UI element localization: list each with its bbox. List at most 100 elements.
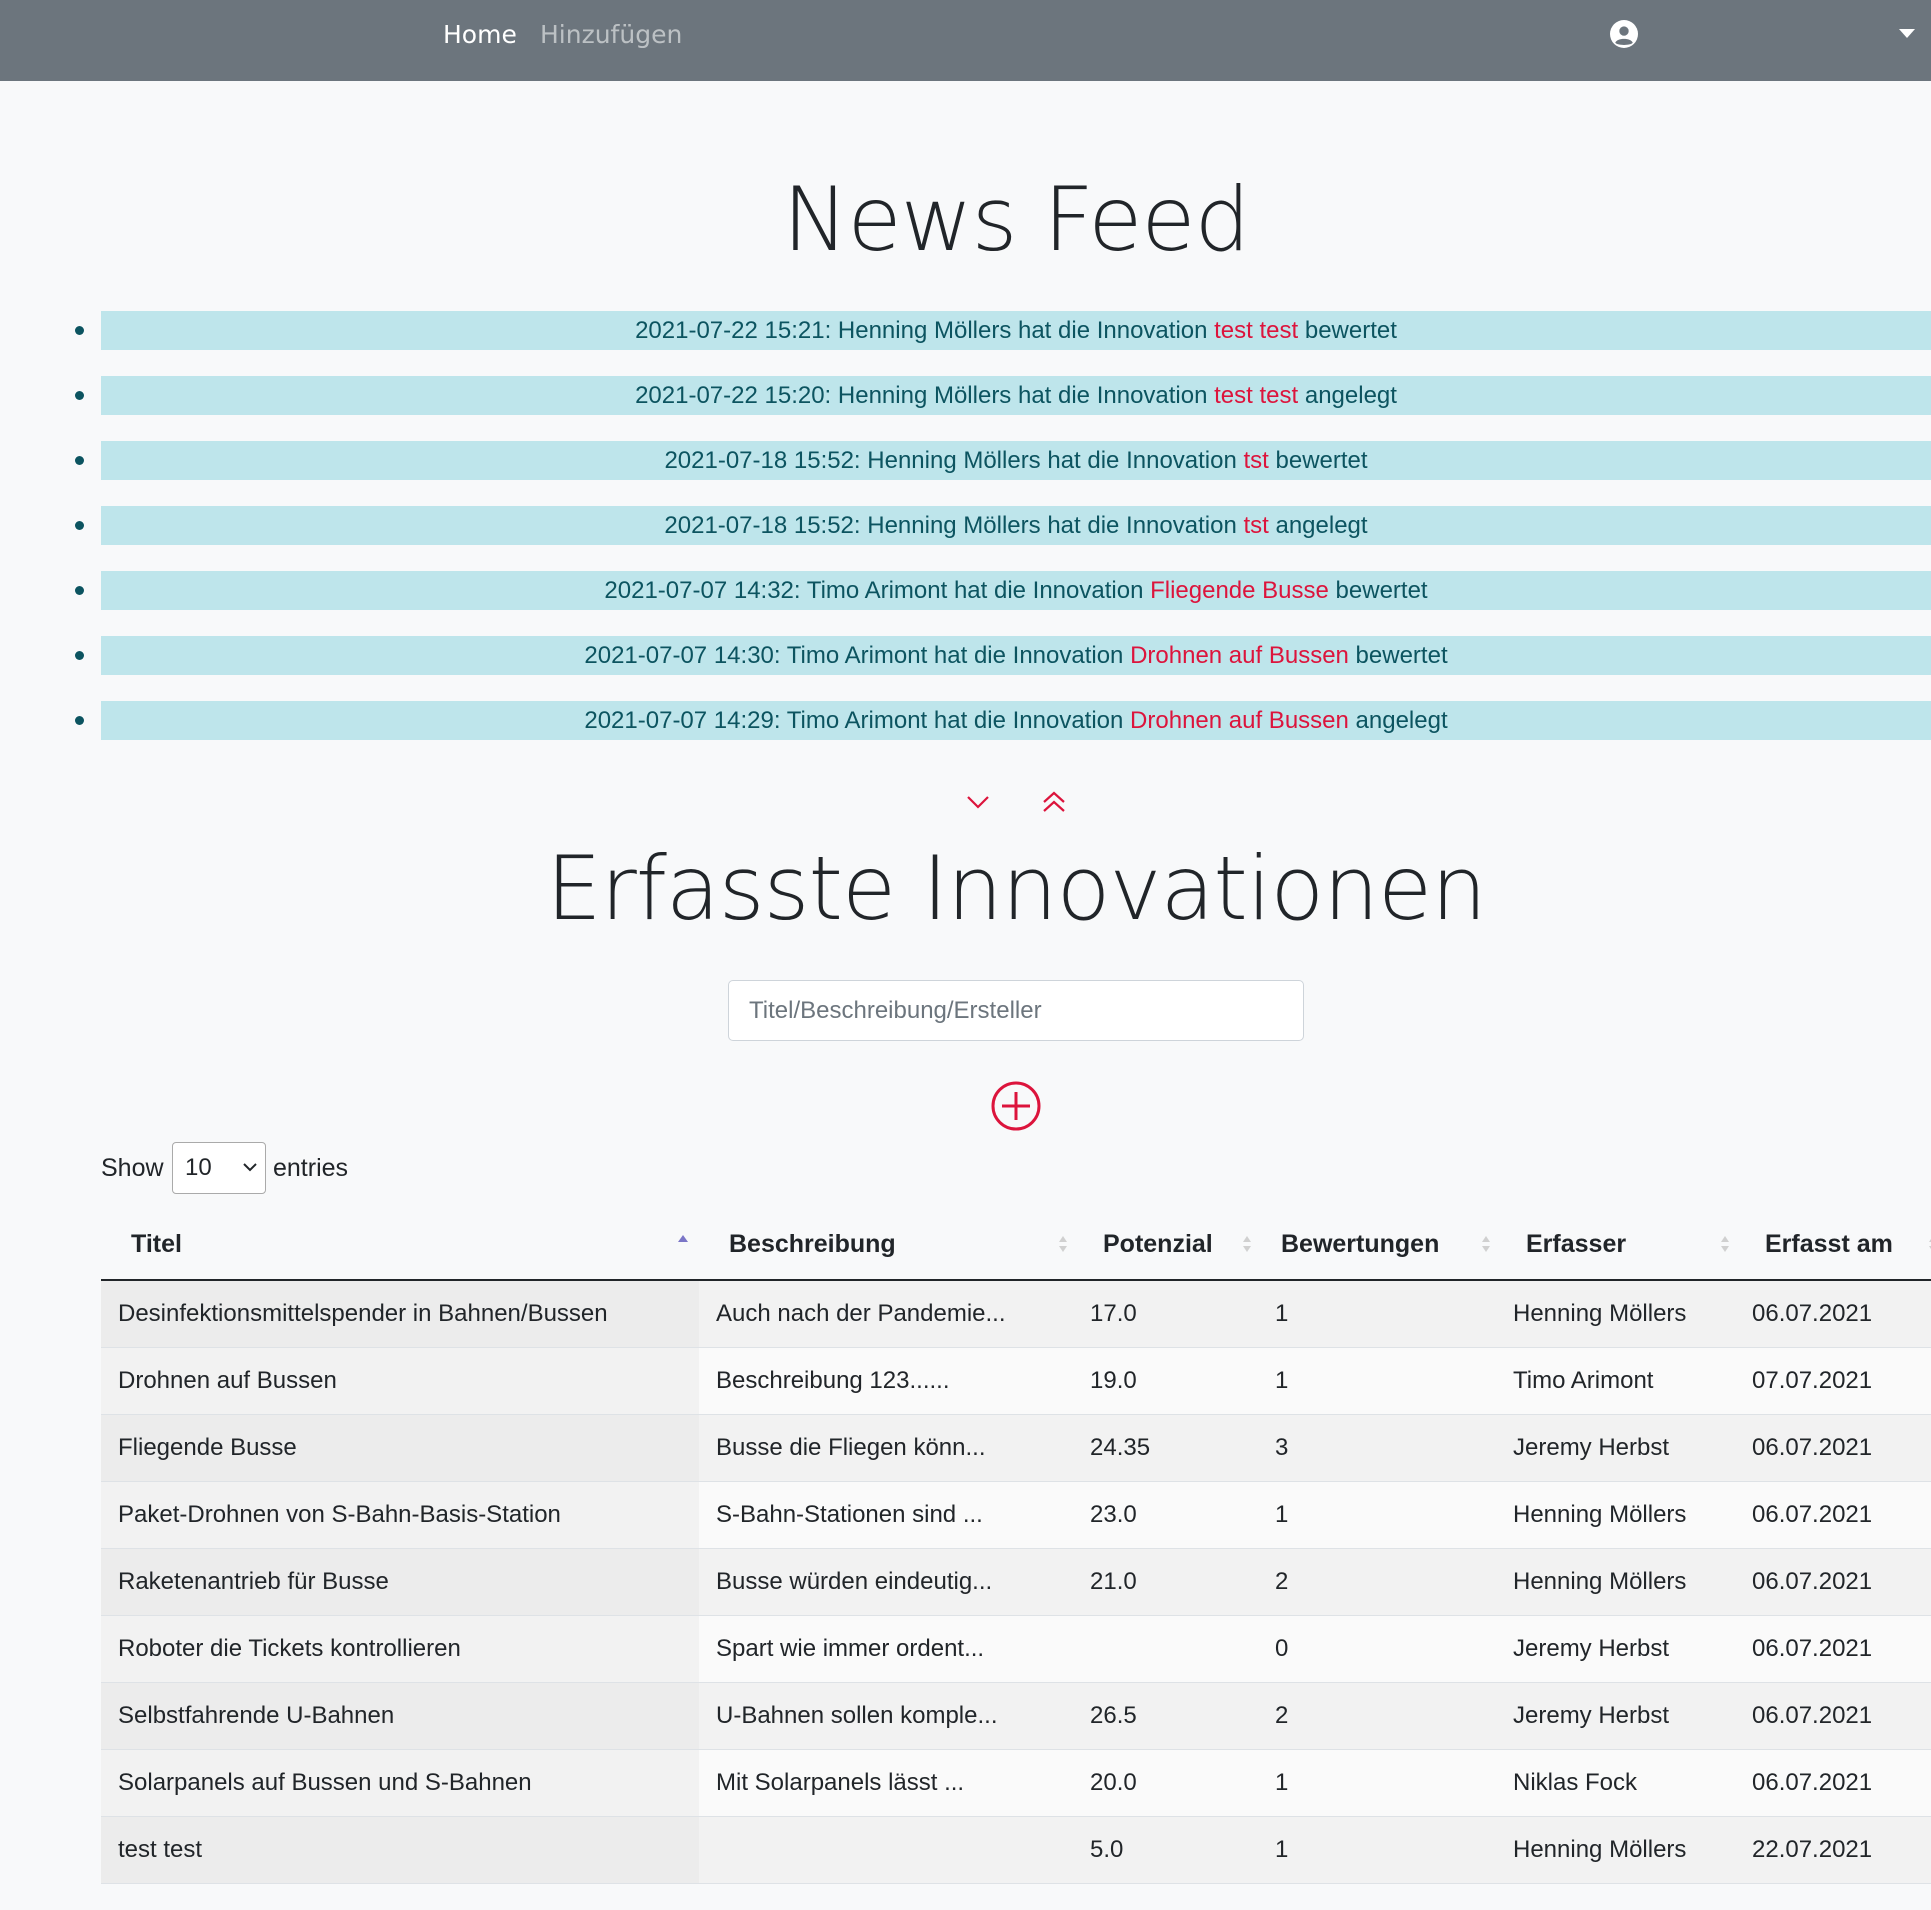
chevron-down-icon[interactable] (966, 794, 990, 810)
cell-bewertungen: 3 (1257, 1414, 1496, 1482)
news-text: 2021-07-07 14:29: Timo Arimont hat die I… (584, 707, 1131, 734)
cell-erfasser: Timo Arimont (1496, 1347, 1735, 1415)
chevrons-up-icon[interactable] (1042, 791, 1066, 813)
cell-erfasser: Jeremy Herbst (1496, 1615, 1735, 1683)
bullet-icon (75, 456, 84, 465)
column-header-titel[interactable]: Titel (101, 1210, 699, 1281)
column-header-label: Beschreibung (729, 1230, 896, 1258)
news-alert: 2021-07-07 14:32: Timo Arimont hat die I… (101, 571, 1931, 610)
entries-value: 10 (185, 1154, 212, 1181)
entries-select[interactable]: 10 (172, 1142, 266, 1194)
cell-titel: Drohnen auf Bussen (101, 1347, 699, 1415)
cell-erfasst-am: 07.07.2021 (1735, 1347, 1931, 1415)
news-innovation-link[interactable]: tst (1244, 447, 1269, 474)
cell-potenzial: 24.35 (1073, 1414, 1257, 1482)
cell-erfasst-am: 06.07.2021 (1735, 1414, 1931, 1482)
news-innovation-link[interactable]: Fliegende Busse (1150, 577, 1329, 604)
news-list: 2021-07-22 15:21: Henning Möllers hat di… (0, 311, 1931, 766)
show-label: Show (101, 1154, 164, 1182)
news-alert: 2021-07-18 15:52: Henning Möllers hat di… (101, 441, 1931, 480)
cell-bewertungen: 1 (1257, 1347, 1496, 1415)
news-text: 2021-07-07 14:32: Timo Arimont hat die I… (604, 577, 1151, 604)
news-text: 2021-07-18 15:52: Henning Möllers hat di… (664, 447, 1244, 474)
sort-icon (1929, 1239, 1931, 1249)
cell-erfasst-am: 06.07.2021 (1735, 1481, 1931, 1549)
news-action: angelegt (1268, 512, 1368, 539)
news-innovation-link[interactable]: tst (1243, 512, 1268, 539)
sort-icon (1721, 1236, 1729, 1252)
table-row[interactable]: Solarpanels auf Bussen und S-Bahnen Mit S… (101, 1749, 1931, 1817)
nav-home-link[interactable]: Home (443, 0, 517, 69)
bullet-icon (75, 521, 84, 530)
entries-label: entries (273, 1154, 349, 1182)
sort-icon (1482, 1236, 1490, 1252)
cell-potenzial: 19.0 (1073, 1347, 1257, 1415)
column-header-erfasst-am[interactable]: Erfasst am (1735, 1210, 1931, 1281)
cell-titel: Roboter die Tickets kontrollieren (101, 1615, 699, 1683)
cell-beschreibung: S-Bahn-Stationen sind ... (699, 1481, 1073, 1549)
column-header-beschreibung[interactable]: Beschreibung (699, 1210, 1073, 1281)
table-row[interactable]: test test 5.0 1 Henning Möllers 22.07.2021 (101, 1816, 1931, 1884)
news-alert: 2021-07-22 15:20: Henning Möllers hat di… (101, 376, 1931, 415)
cell-erfasst-am: 06.07.2021 (1735, 1682, 1931, 1750)
table-row[interactable]: Paket-Drohnen von S-Bahn-Basis-Station S-… (101, 1481, 1931, 1549)
cell-beschreibung: Beschreibung 123...... (699, 1347, 1073, 1415)
cell-erfasst-am: 22.07.2021 (1735, 1816, 1931, 1884)
navbar: Home Hinzufügen (0, 0, 1931, 81)
news-action: bewertet (1268, 447, 1368, 474)
table-row[interactable]: Fliegende Busse Busse die Fliegen könn...… (101, 1414, 1931, 1482)
bullet-icon (75, 716, 84, 725)
plus-circle-icon[interactable] (990, 1080, 1042, 1132)
cell-bewertungen: 1 (1257, 1481, 1496, 1549)
column-header-bewertungen[interactable]: Bewertungen (1257, 1210, 1496, 1281)
cell-titel: Solarpanels auf Bussen und S-Bahnen (101, 1749, 699, 1817)
cell-erfasser: Henning Möllers (1496, 1481, 1735, 1549)
news-item: 2021-07-07 14:30: Timo Arimont hat die I… (0, 636, 1931, 675)
cell-bewertungen: 2 (1257, 1548, 1496, 1616)
table-row[interactable]: Desinfektionsmittelspender in Bahnen/Bus… (101, 1280, 1931, 1348)
news-innovation-link[interactable]: Drohnen auf Bussen (1130, 707, 1349, 734)
cell-erfasser: Jeremy Herbst (1496, 1682, 1735, 1750)
news-text: 2021-07-07 14:30: Timo Arimont hat die I… (584, 642, 1131, 669)
cell-titel: Selbstfahrende U-Bahnen (101, 1682, 699, 1750)
column-header-label: Titel (131, 1230, 182, 1258)
bullet-icon (75, 326, 84, 335)
cell-erfasst-am: 06.07.2021 (1735, 1548, 1931, 1616)
column-header-label: Bewertungen (1281, 1230, 1440, 1258)
cell-bewertungen: 0 (1257, 1615, 1496, 1683)
cell-beschreibung: Spart wie immer ordent... (699, 1615, 1073, 1683)
news-text: 2021-07-18 15:52: Henning Möllers hat di… (664, 512, 1244, 539)
table-row[interactable]: Roboter die Tickets kontrollieren Spart w… (101, 1615, 1931, 1683)
caret-down-icon[interactable] (1898, 28, 1916, 40)
news-feed-title: News Feed (782, 168, 1251, 271)
search-input[interactable] (728, 980, 1304, 1041)
cell-potenzial: 5.0 (1073, 1816, 1257, 1884)
cell-potenzial: 21.0 (1073, 1548, 1257, 1616)
news-item: 2021-07-22 15:20: Henning Möllers hat di… (0, 376, 1931, 415)
cell-beschreibung: Auch nach der Pandemie... (699, 1280, 1073, 1348)
chevron-down-icon (243, 1163, 257, 1172)
table-row[interactable]: Drohnen auf Bussen Beschreibung 123......… (101, 1347, 1931, 1415)
cell-beschreibung: Mit Solarpanels lässt ... (699, 1749, 1073, 1817)
news-alert: 2021-07-07 14:29: Timo Arimont hat die I… (101, 701, 1931, 740)
bullet-icon (75, 651, 84, 660)
table-row[interactable]: Raketenantrieb für Busse Busse würden ein… (101, 1548, 1931, 1616)
news-action: bewertet (1348, 642, 1448, 669)
column-header-label: Erfasser (1526, 1230, 1627, 1258)
nav-add-link[interactable]: Hinzufügen (540, 0, 682, 69)
news-innovation-link[interactable]: test test (1214, 382, 1298, 409)
user-circle-icon[interactable] (1610, 20, 1638, 48)
cell-erfasst-am: 06.07.2021 (1735, 1749, 1931, 1817)
sort-icon (1243, 1236, 1251, 1252)
news-innovation-link[interactable]: test test (1214, 317, 1298, 344)
news-item: 2021-07-22 15:21: Henning Möllers hat di… (0, 311, 1931, 350)
column-header-potenzial[interactable]: Potenzial (1073, 1210, 1257, 1281)
cell-bewertungen: 1 (1257, 1749, 1496, 1817)
bullet-icon (75, 391, 84, 400)
cell-potenzial: 26.5 (1073, 1682, 1257, 1750)
table-row[interactable]: Selbstfahrende U-Bahnen U-Bahnen sollen k… (101, 1682, 1931, 1750)
news-item: 2021-07-18 15:52: Henning Möllers hat di… (0, 441, 1931, 480)
news-innovation-link[interactable]: Drohnen auf Bussen (1130, 642, 1349, 669)
cell-potenzial: 17.0 (1073, 1280, 1257, 1348)
column-header-erfasser[interactable]: Erfasser (1496, 1210, 1735, 1281)
